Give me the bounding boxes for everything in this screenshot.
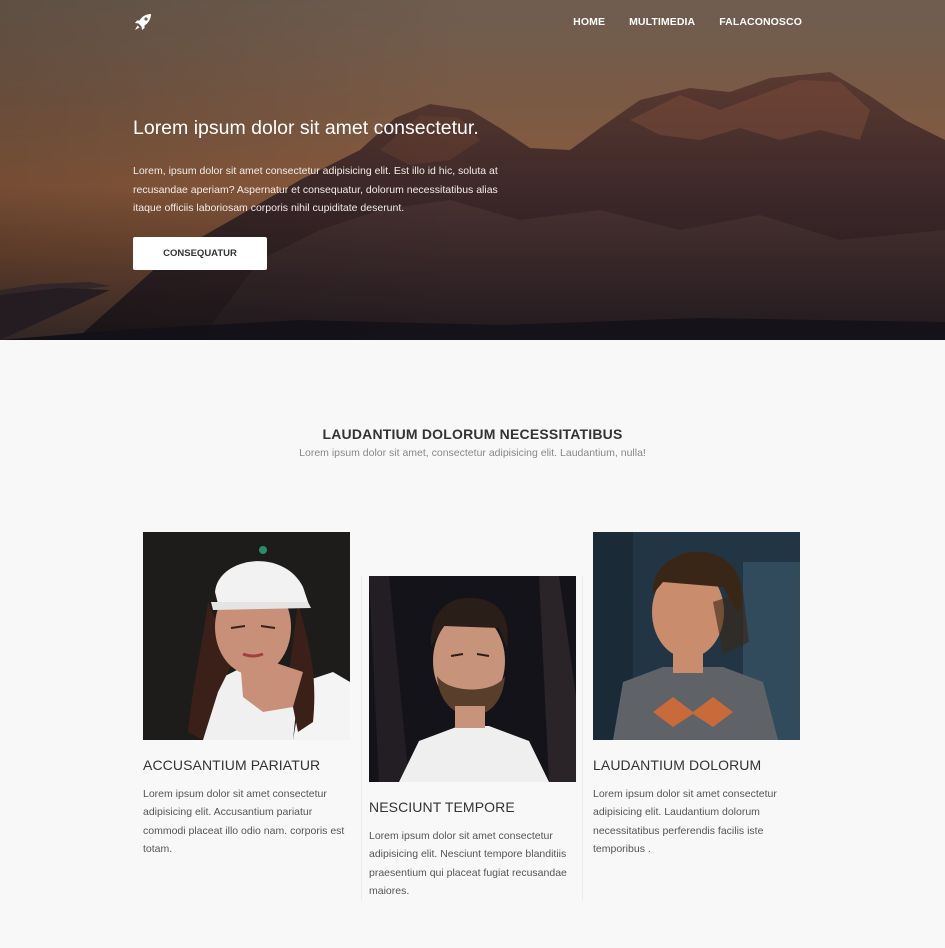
woman-portrait-image [143, 532, 350, 740]
hero-text: Lorem, ipsum dolor sit amet consectetur … [133, 165, 498, 214]
nav-link-multimedia[interactable]: MULTIMEDIA [629, 16, 695, 28]
team-card-2: NESCIUNT TEMPORE Lorem ipsum dolor sit a… [369, 576, 579, 900]
hero-banner: HOME MULTIMEDIA FALACONOSCO Lorem ipsum … [0, 0, 945, 340]
hero-title: Lorem ipsum dolor sit amet consectetur. [133, 117, 479, 139]
section-subtitle: Lorem ipsum dolor sit amet, consectetur … [299, 447, 646, 459]
card-text: Lorem ipsum dolor sit amet consectetur a… [593, 788, 777, 855]
team-card-3: LAUDANTIUM DOLORUM Lorem ipsum dolor sit… [593, 532, 803, 858]
rocket-icon[interactable] [133, 12, 153, 32]
man-profile-portrait-image [593, 532, 800, 740]
man-beard-portrait-image [369, 576, 576, 782]
section-title: LAUDANTIUM DOLORUM NECESSITATIBUS [322, 426, 623, 442]
card-title: NESCIUNT TEMPORE [369, 799, 515, 815]
card-text: Lorem ipsum dolor sit amet consectetur a… [369, 830, 567, 897]
main-nav: HOME MULTIMEDIA FALACONOSCO [573, 16, 802, 28]
consequatur-button[interactable]: CONSEQUATUR [133, 237, 267, 270]
card-divider [361, 575, 362, 900]
card-divider [582, 575, 583, 900]
team-card-1: ACCUSANTIUM PARIATUR Lorem ipsum dolor s… [143, 532, 353, 858]
nav-link-home[interactable]: HOME [573, 16, 605, 28]
card-title: LAUDANTIUM DOLORUM [593, 757, 762, 773]
card-text: Lorem ipsum dolor sit amet consectetur a… [143, 788, 345, 855]
nav-link-falaconosco[interactable]: FALACONOSCO [719, 16, 802, 28]
card-title: ACCUSANTIUM PARIATUR [143, 757, 321, 773]
